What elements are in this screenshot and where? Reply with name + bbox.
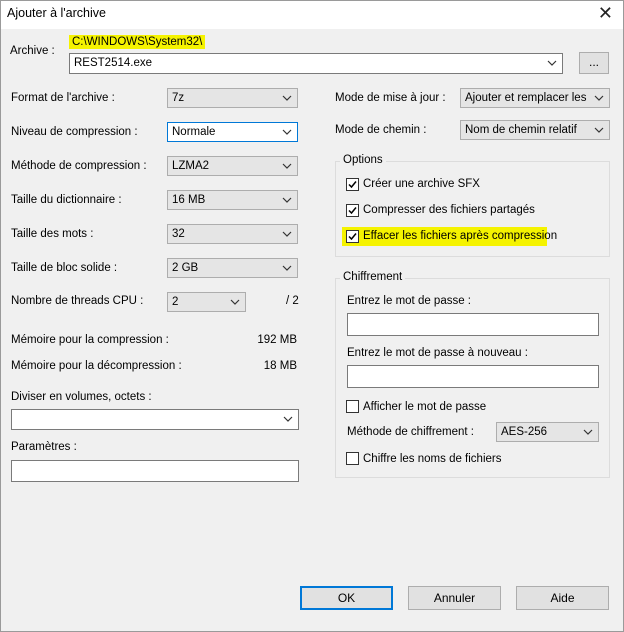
memory-decompression-label: Mémoire pour la décompression : bbox=[11, 360, 182, 372]
level-value: Normale bbox=[172, 126, 216, 138]
archive-filename-combo[interactable]: REST2514.exe bbox=[69, 53, 563, 74]
chevron-down-icon bbox=[594, 127, 604, 133]
dialog-title: Ajouter à l'archive bbox=[7, 6, 106, 20]
shared-files-label: Compresser des fichiers partagés bbox=[363, 204, 535, 216]
method-value: LZMA2 bbox=[172, 160, 210, 172]
solid-block-value: 2 GB bbox=[172, 262, 199, 274]
level-select[interactable]: Normale bbox=[167, 122, 298, 142]
format-select[interactable]: 7z bbox=[167, 88, 298, 108]
password-repeat-input[interactable] bbox=[347, 365, 599, 388]
threads-value: 2 bbox=[172, 296, 179, 308]
encrypt-names-label: Chiffre les noms de fichiers bbox=[363, 453, 502, 465]
close-icon[interactable]: ✕ bbox=[598, 2, 613, 24]
ok-button[interactable]: OK bbox=[300, 586, 393, 610]
update-mode-select[interactable]: Ajouter et remplacer les fichiers bbox=[460, 88, 610, 108]
options-group-title: Options bbox=[340, 154, 386, 166]
sfx-label: Créer une archive SFX bbox=[363, 178, 480, 190]
add-to-archive-dialog: Ajouter à l'archive ✕ Archive : C:\WINDO… bbox=[0, 0, 624, 632]
chevron-down-icon bbox=[282, 95, 292, 101]
memory-decompression-value: 18 MB bbox=[263, 360, 297, 372]
delete-files-checkbox[interactable] bbox=[346, 230, 359, 243]
checkmark-icon bbox=[348, 233, 357, 241]
checkmark-icon bbox=[348, 181, 357, 189]
word-size-value: 32 bbox=[172, 228, 185, 240]
chevron-down-icon bbox=[547, 60, 557, 66]
password-label: Entrez le mot de passe : bbox=[347, 295, 472, 307]
ok-button-label: OK bbox=[337, 591, 356, 605]
split-volumes-label: Diviser en volumes, octets : bbox=[11, 391, 152, 403]
password-repeat-label: Entrez le mot de passe à nouveau : bbox=[347, 347, 528, 359]
sfx-checkbox[interactable] bbox=[346, 178, 359, 191]
encryption-method-select[interactable]: AES-256 bbox=[496, 422, 599, 442]
solid-block-label: Taille de bloc solide : bbox=[11, 262, 118, 274]
update-mode-value: Ajouter et remplacer les fichiers bbox=[465, 92, 589, 104]
word-size-label: Taille des mots : bbox=[11, 228, 94, 240]
chevron-down-icon bbox=[283, 416, 293, 422]
level-label: Niveau de compression : bbox=[11, 126, 138, 138]
parameters-label: Paramètres : bbox=[11, 441, 77, 453]
encryption-method-value: AES-256 bbox=[501, 426, 548, 438]
show-password-checkbox[interactable] bbox=[346, 400, 359, 413]
checkmark-icon bbox=[348, 207, 357, 215]
chevron-down-icon bbox=[230, 299, 240, 305]
update-mode-label: Mode de mise à jour : bbox=[335, 92, 446, 104]
path-mode-label: Mode de chemin : bbox=[335, 124, 427, 136]
archive-filename: REST2514.exe bbox=[74, 57, 152, 69]
archive-path: C:\WINDOWS\System32\ bbox=[69, 35, 206, 49]
show-password-label: Afficher le mot de passe bbox=[363, 401, 487, 413]
method-select[interactable]: LZMA2 bbox=[167, 156, 298, 176]
password-input[interactable] bbox=[347, 313, 599, 336]
memory-compression-label: Mémoire pour la compression : bbox=[11, 334, 169, 346]
chevron-down-icon bbox=[583, 429, 593, 435]
chevron-down-icon bbox=[282, 197, 292, 203]
help-button[interactable]: Aide bbox=[516, 586, 609, 610]
dictionary-select[interactable]: 16 MB bbox=[167, 190, 298, 210]
archive-label: Archive : bbox=[10, 45, 55, 57]
chevron-down-icon bbox=[282, 265, 292, 271]
path-mode-value: Nom de chemin relatif bbox=[465, 124, 577, 136]
encryption-group-title: Chiffrement bbox=[340, 271, 406, 283]
browse-button[interactable]: ... bbox=[579, 52, 609, 74]
chevron-down-icon bbox=[282, 163, 292, 169]
shared-files-checkbox[interactable] bbox=[346, 204, 359, 217]
dictionary-value: 16 MB bbox=[172, 194, 206, 206]
dictionary-label: Taille du dictionnaire : bbox=[11, 194, 122, 206]
threads-total: / 2 bbox=[286, 295, 299, 307]
chevron-down-icon bbox=[282, 129, 292, 135]
threads-select[interactable]: 2 bbox=[167, 292, 246, 312]
method-label: Méthode de compression : bbox=[11, 160, 147, 172]
format-label: Format de l'archive : bbox=[11, 92, 115, 104]
encryption-method-label: Méthode de chiffrement : bbox=[347, 426, 474, 438]
split-volumes-combo[interactable] bbox=[11, 409, 299, 430]
parameters-input[interactable] bbox=[11, 460, 299, 482]
memory-compression-value: 192 MB bbox=[257, 334, 297, 346]
path-mode-select[interactable]: Nom de chemin relatif bbox=[460, 120, 610, 140]
cancel-button[interactable]: Annuler bbox=[408, 586, 501, 610]
format-value: 7z bbox=[172, 92, 185, 104]
word-size-select[interactable]: 32 bbox=[167, 224, 298, 244]
encrypt-names-checkbox[interactable] bbox=[346, 452, 359, 465]
browse-button-label: ... bbox=[588, 55, 599, 69]
title-bar: Ajouter à l'archive ✕ bbox=[1, 1, 623, 29]
chevron-down-icon bbox=[282, 231, 292, 237]
threads-label: Nombre de threads CPU : bbox=[11, 295, 144, 307]
chevron-down-icon bbox=[594, 95, 604, 101]
solid-block-select[interactable]: 2 GB bbox=[167, 258, 298, 278]
delete-files-label: Effacer les fichiers après compression bbox=[363, 230, 558, 242]
help-button-label: Aide bbox=[550, 591, 575, 605]
cancel-button-label: Annuler bbox=[433, 591, 476, 605]
